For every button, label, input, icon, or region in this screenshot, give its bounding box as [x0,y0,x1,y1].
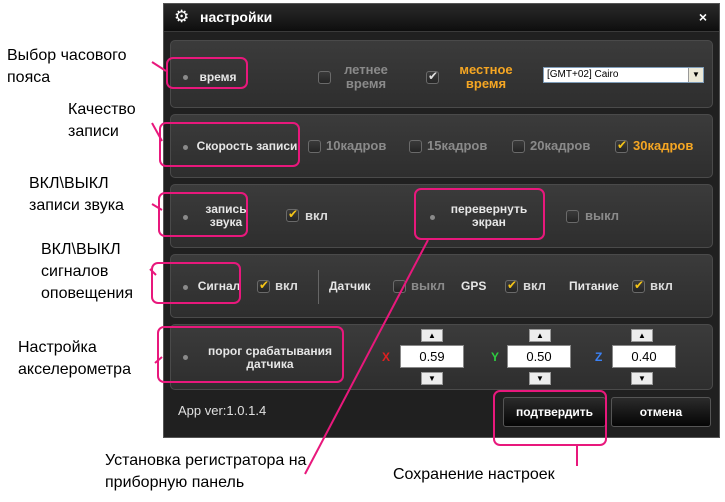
speed-15-checkbox[interactable] [409,140,422,153]
annotation-install: Установка регистратора на приборную пане… [105,452,307,491]
timezone-select[interactable]: [GMT+02] Cairo ▼ [543,67,704,83]
gps-label: GPS [461,279,487,293]
speed-10-label: 10кадров [326,138,387,153]
z-value-input[interactable]: 0.40 [612,345,676,368]
speed-30-checkbox[interactable] [615,138,628,153]
annotation-signals: ВКЛ\ВЫКЛ сигналов оповещения [41,241,133,302]
summer-time-checkbox[interactable] [318,71,331,84]
y-value-input[interactable]: 0.50 [507,345,571,368]
gps-state-label: вкл [523,278,546,293]
annotation-sound: ВКЛ\ВЫКЛ записи звука [29,175,124,214]
signal-state-label: вкл [275,278,298,293]
speed-20-label: 20кадров [530,138,591,153]
speed-15-label: 15кадров [427,138,488,153]
title-bar: ⚙ настройки × [164,4,719,32]
highlight-confirm [493,390,607,446]
local-time-checkbox[interactable] [426,69,439,84]
power-state-label: вкл [650,278,673,293]
highlight-record-speed [159,122,300,167]
cancel-button[interactable]: отмена [611,397,711,427]
sensor-label: Датчик [329,279,371,293]
x-down-button[interactable]: ▼ [421,372,443,385]
app-version: App ver:1.0.1.4 [178,403,267,418]
power-checkbox[interactable] [632,278,645,293]
highlight-signal [151,262,241,304]
speed-20-checkbox[interactable] [512,140,525,153]
signal-checkbox[interactable] [257,278,270,293]
z-down-button[interactable]: ▼ [631,372,653,385]
z-axis-label: Z [595,350,603,364]
annotation-save: Сохранение настроек [393,466,555,483]
y-down-button[interactable]: ▼ [529,372,551,385]
gear-icon: ⚙ [174,7,190,26]
flip-screen-state-label: выкл [585,208,620,223]
annotation-accel: Настройка акселерометра [18,339,131,378]
y-axis-label: Y [491,350,500,364]
power-label: Питание [569,279,619,293]
divider [318,270,319,304]
highlight-flip [414,188,545,240]
speed-10-checkbox[interactable] [308,140,321,153]
x-axis-label: X [382,350,391,364]
flip-screen-checkbox[interactable] [566,210,579,223]
highlight-threshold [157,326,344,383]
close-button[interactable]: × [699,9,707,25]
local-time-label: местное время [459,62,513,91]
sensor-state-label: выкл [411,278,446,293]
signal-panel: Сигнал вкл Датчик выкл GPS вкл Питание в… [170,254,713,318]
gps-checkbox[interactable] [505,278,518,293]
y-up-button[interactable]: ▲ [529,329,551,342]
dialog-title: настройки [200,9,273,25]
time-panel: время летнее время местное время [GMT+02… [170,40,713,108]
annotation-timezone: Выбор часового пояса [7,47,127,86]
chevron-down-icon[interactable]: ▼ [688,68,703,82]
highlight-sound [158,192,248,237]
speed-30-label: 30кадров [633,138,694,153]
x-value-input[interactable]: 0.59 [400,345,464,368]
sound-checkbox[interactable] [286,207,299,222]
timezone-value: [GMT+02] Cairo [547,69,619,80]
annotation-quality: Качество записи [68,101,136,140]
sensor-checkbox[interactable] [393,280,406,293]
highlight-time [166,57,248,89]
sound-state-label: вкл [305,208,328,223]
x-up-button[interactable]: ▲ [421,329,443,342]
summer-time-label: летнее время [344,62,388,91]
z-up-button[interactable]: ▲ [631,329,653,342]
